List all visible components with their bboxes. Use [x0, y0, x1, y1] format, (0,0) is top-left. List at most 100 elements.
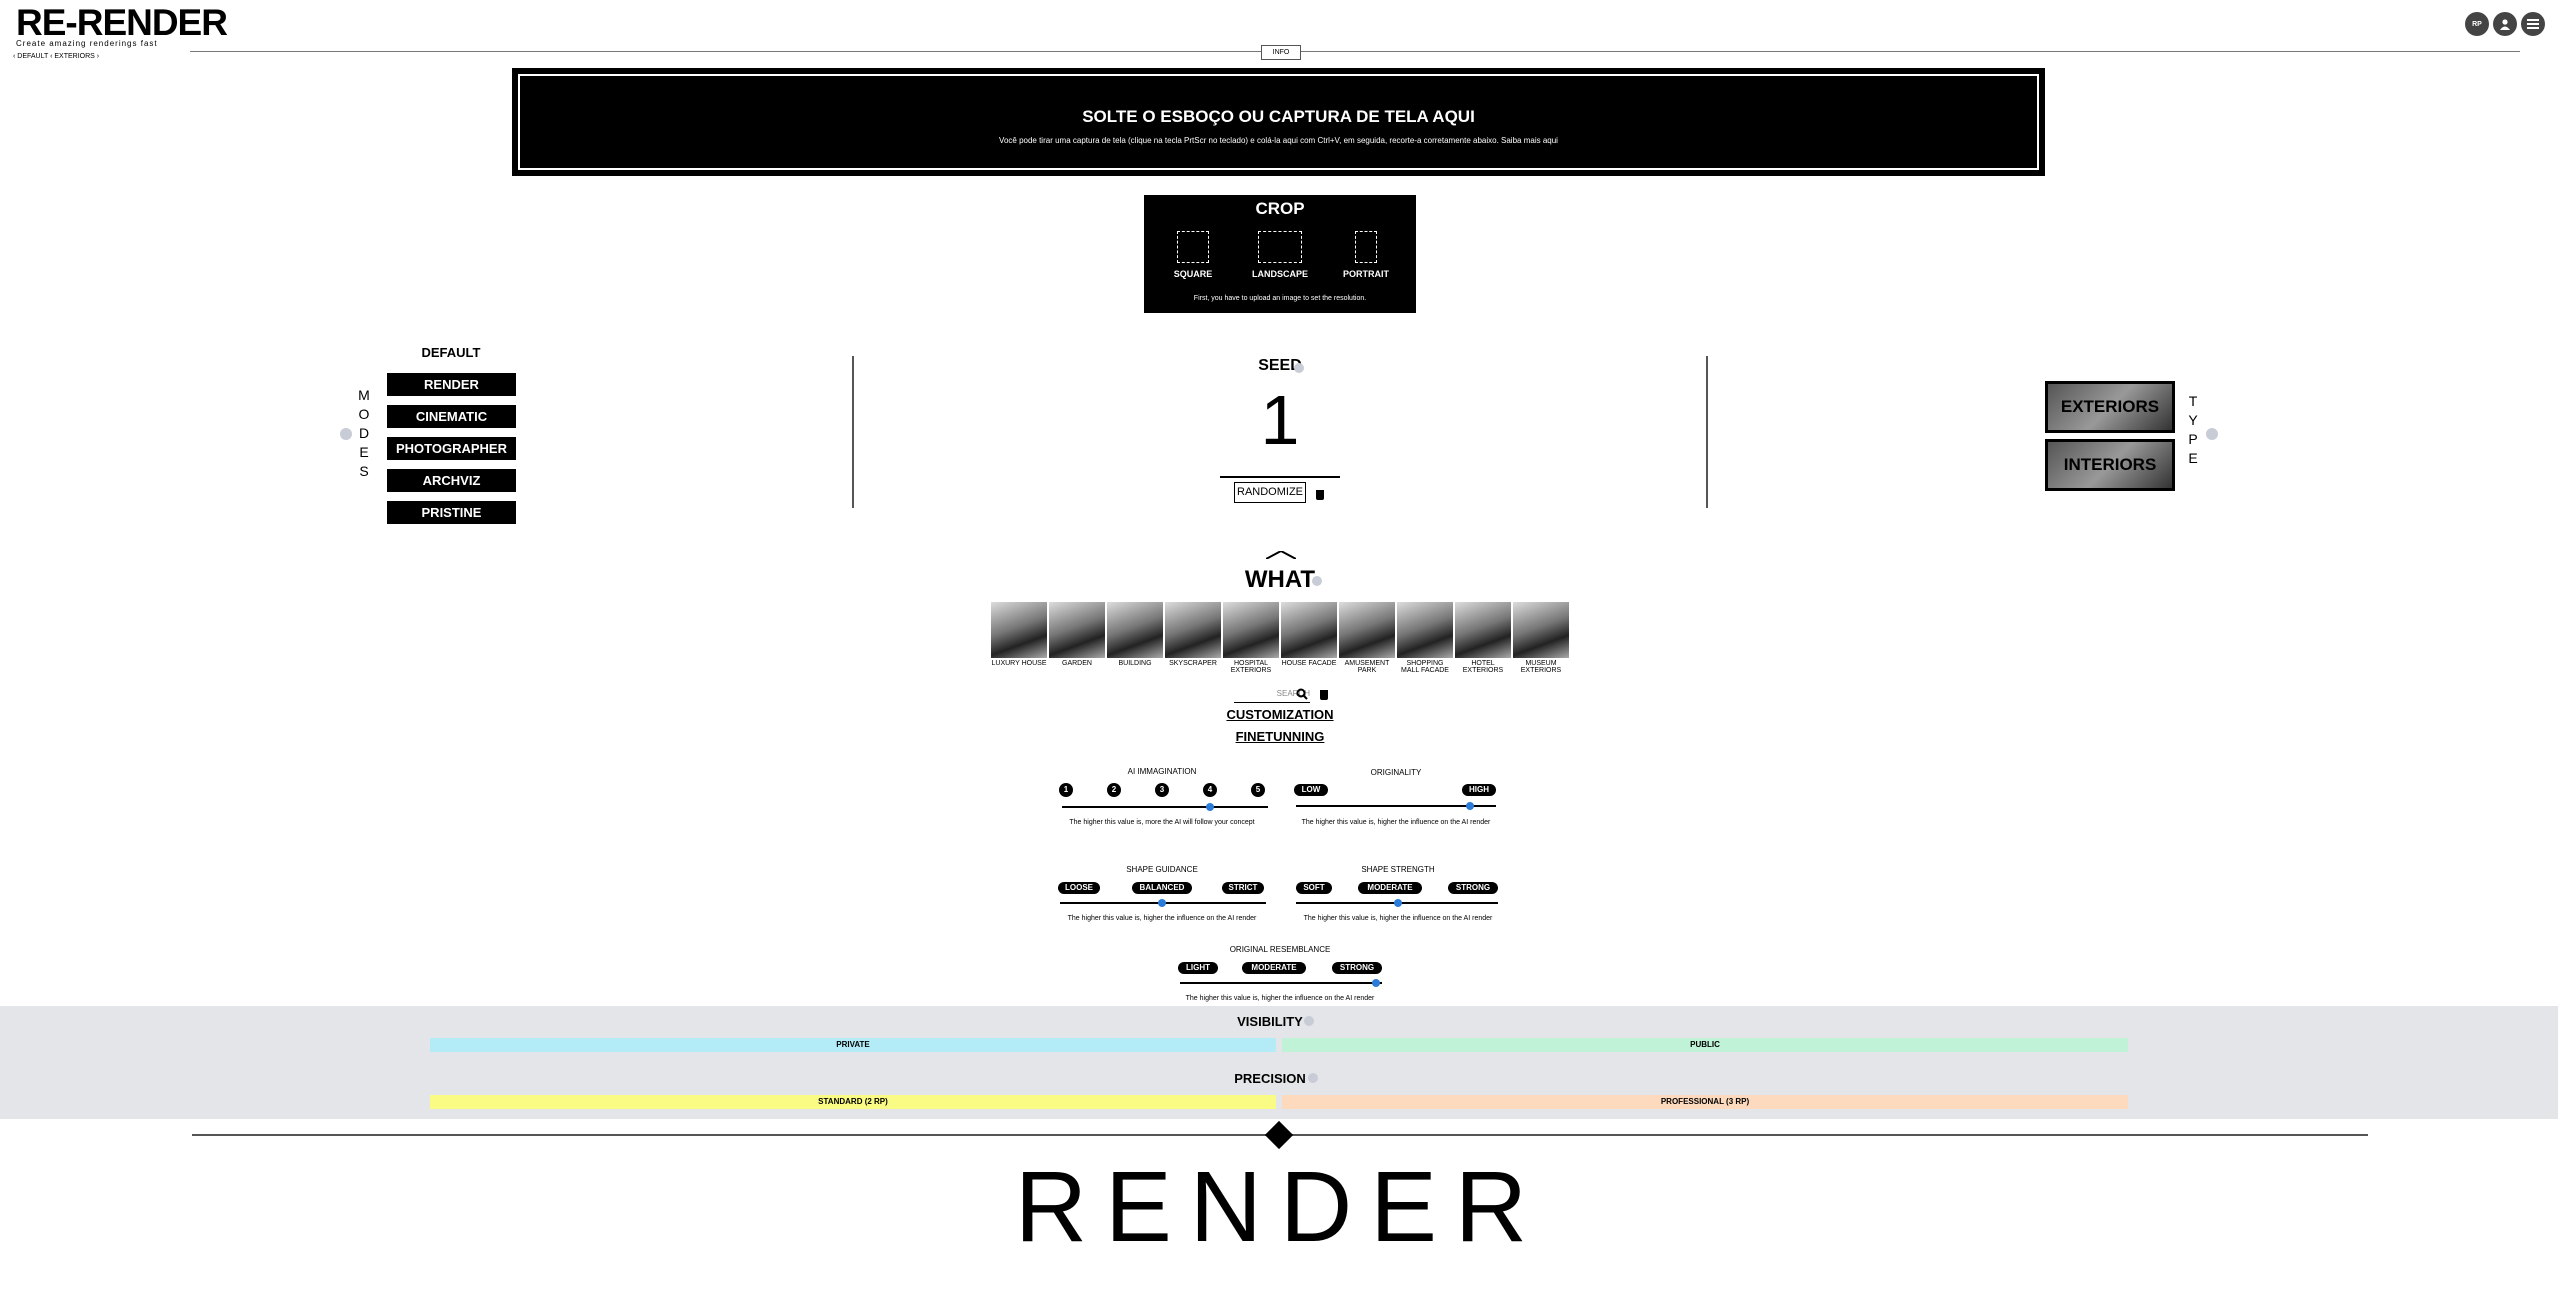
- what-item-shopping-mall-facade[interactable]: SHOPPING MALL FACADE: [1397, 602, 1453, 674]
- mode-pristine-button[interactable]: PRISTINE: [387, 501, 516, 524]
- precision-info-icon[interactable]: [1308, 1073, 1318, 1083]
- what-item-label: SKYSCRAPER: [1169, 660, 1217, 667]
- originality-low-option[interactable]: LOW: [1294, 784, 1328, 796]
- originality-high-option[interactable]: HIGH: [1462, 784, 1496, 796]
- ai-imagination-option-2[interactable]: 2: [1107, 783, 1121, 797]
- user-icon[interactable]: [2493, 12, 2517, 36]
- what-item-garden[interactable]: GARDEN: [1049, 602, 1105, 667]
- amusement-park-thumbnail: [1339, 602, 1395, 658]
- collapse-arrow-icon[interactable]: [1266, 551, 1296, 559]
- shape-strength-soft-option[interactable]: SOFT: [1296, 882, 1332, 894]
- crop-option-label: SQUARE: [1173, 269, 1213, 279]
- crop-option-label: LANDSCAPE: [1251, 269, 1308, 279]
- finetunning-link[interactable]: FINETUNNING: [1200, 729, 1360, 744]
- modes-info-icon[interactable]: [340, 428, 352, 440]
- menu-icon[interactable]: [2521, 12, 2545, 36]
- crop-note: First, you have to upload an image to se…: [1193, 295, 1367, 302]
- mode-photographer-button[interactable]: PHOTOGRAPHER: [387, 437, 516, 460]
- original-resemblance-note: The higher this value is, higher the inf…: [1185, 995, 1375, 1002]
- original-resemblance-moderate-option[interactable]: MODERATE: [1242, 962, 1306, 974]
- modes-letter: E: [359, 444, 369, 460]
- original-resemblance-slider-track[interactable]: [1180, 982, 1382, 984]
- shape-strength-note: The higher this value is, higher the inf…: [1303, 915, 1493, 922]
- randomize-button[interactable]: RANDOMIZE: [1234, 482, 1306, 503]
- shape-strength-strong-option[interactable]: STRONG: [1448, 882, 1498, 894]
- ai-imagination-note: The higher this value is, more the AI wi…: [1069, 819, 1255, 826]
- ai-imagination-slider-track[interactable]: [1062, 806, 1268, 808]
- what-item-label: MUSEUM EXTERIORS: [1520, 660, 1562, 674]
- modes-letter: M: [358, 387, 370, 403]
- crop-option-label: PORTRAIT: [1343, 269, 1389, 279]
- search-icon[interactable]: [1296, 688, 1308, 700]
- modes-letter: D: [358, 425, 370, 441]
- what-item-house-facade[interactable]: HOUSE FACADE: [1281, 602, 1337, 667]
- crop-portrait-option[interactable]: PORTRAIT: [1338, 225, 1394, 279]
- original-resemblance-strong-option[interactable]: STRONG: [1332, 962, 1382, 974]
- shape-guidance-note: The higher this value is, higher the inf…: [1067, 915, 1257, 922]
- precision-standard-option[interactable]: STANDARD (2 RP): [430, 1095, 1276, 1109]
- type-interiors-card[interactable]: INTERIORS: [2045, 439, 2175, 491]
- what-item-luxury-house[interactable]: LUXURY HOUSE: [991, 602, 1047, 667]
- breadcrumb[interactable]: ‹ DEFAULT ‹ EXTERIORS ›: [13, 53, 99, 60]
- original-resemblance-title: ORIGINAL RESEMBLANCE: [1229, 945, 1331, 954]
- shape-guidance-slider-handle[interactable]: [1158, 899, 1166, 907]
- seed-info-icon[interactable]: [1294, 363, 1304, 373]
- what-item-hospital-exteriors[interactable]: HOSPITAL EXTERIORS: [1223, 602, 1279, 674]
- trash-icon[interactable]: [1316, 490, 1324, 500]
- type-info-icon[interactable]: [2206, 428, 2218, 440]
- app-logo[interactable]: RE-RENDER: [16, 4, 228, 41]
- hospital-thumbnail: [1223, 602, 1279, 658]
- crop-landscape-option[interactable]: LANDSCAPE: [1250, 225, 1310, 279]
- what-item-amusement-park[interactable]: AMUSEMENT PARK: [1339, 602, 1395, 674]
- modes-selected-title: DEFAULT: [421, 345, 481, 360]
- customization-link[interactable]: CUSTOMIZATION: [1200, 707, 1360, 722]
- ai-imagination-option-1[interactable]: 1: [1059, 783, 1073, 797]
- original-resemblance-light-option[interactable]: LIGHT: [1178, 962, 1218, 974]
- app-tagline: Create amazing renderings fast: [16, 39, 158, 48]
- type-letter: Y: [2188, 412, 2198, 428]
- precision-professional-option[interactable]: PROFESSIONAL (3 RP): [1282, 1095, 2128, 1109]
- shape-guidance-balanced-option[interactable]: BALANCED: [1132, 882, 1192, 894]
- seed-value[interactable]: 1: [1200, 385, 1360, 455]
- original-resemblance-slider-handle[interactable]: [1372, 979, 1380, 987]
- what-item-label: LUXURY HOUSE: [991, 660, 1047, 667]
- crop-square-option[interactable]: SQUARE: [1170, 225, 1216, 279]
- square-frame-icon: [1177, 231, 1209, 263]
- portrait-frame-icon: [1355, 231, 1377, 263]
- rp-badge-icon[interactable]: RP: [2465, 12, 2489, 36]
- header-divider: [190, 51, 2520, 52]
- type-exteriors-card[interactable]: EXTERIORS: [2045, 381, 2175, 433]
- house-facade-thumbnail: [1281, 602, 1337, 658]
- render-button[interactable]: RENDER: [1000, 1150, 1560, 1265]
- image-dropzone[interactable]: SOLTE O ESBOÇO OU CAPTURA DE TELA AQUI V…: [512, 68, 2045, 176]
- what-item-skyscraper[interactable]: SKYSCRAPER: [1165, 602, 1221, 667]
- ai-imagination-slider-handle[interactable]: [1206, 803, 1214, 811]
- info-button[interactable]: INFO: [1261, 45, 1301, 60]
- visibility-info-icon[interactable]: [1304, 1016, 1314, 1026]
- what-item-hotel-exteriors[interactable]: HOTEL EXTERIORS: [1455, 602, 1511, 674]
- mode-archviz-button[interactable]: ARCHVIZ: [387, 469, 516, 492]
- what-info-icon[interactable]: [1312, 576, 1322, 586]
- what-item-museum-exteriors[interactable]: MUSEUM EXTERIORS: [1513, 602, 1569, 674]
- visibility-public-option[interactable]: PUBLIC: [1282, 1038, 2128, 1052]
- type-letter: T: [2188, 393, 2198, 409]
- seed-title: SEED: [1258, 357, 1302, 374]
- mode-render-button[interactable]: RENDER: [387, 373, 516, 396]
- ai-imagination-option-5[interactable]: 5: [1251, 783, 1265, 797]
- shape-guidance-loose-option[interactable]: LOOSE: [1058, 882, 1100, 894]
- ai-imagination-option-3[interactable]: 3: [1155, 783, 1169, 797]
- what-item-building[interactable]: BUILDING: [1107, 602, 1163, 667]
- visibility-private-option[interactable]: PRIVATE: [430, 1038, 1276, 1052]
- what-item-label: HOTEL EXTERIORS: [1462, 660, 1504, 674]
- dropzone-title: SOLTE O ESBOÇO OU CAPTURA DE TELA AQUI: [1082, 107, 1475, 126]
- shape-strength-moderate-option[interactable]: MODERATE: [1358, 882, 1422, 894]
- shape-strength-slider-handle[interactable]: [1394, 899, 1402, 907]
- clear-search-icon[interactable]: [1320, 690, 1328, 700]
- what-item-label: GARDEN: [1062, 660, 1092, 667]
- shape-guidance-strict-option[interactable]: STRICT: [1222, 882, 1264, 894]
- originality-slider-handle[interactable]: [1466, 802, 1474, 810]
- what-item-label: HOSPITAL EXTERIORS: [1230, 660, 1272, 674]
- ai-imagination-option-4[interactable]: 4: [1203, 783, 1217, 797]
- mode-cinematic-button[interactable]: CINEMATIC: [387, 405, 516, 428]
- building-thumbnail: [1107, 602, 1163, 658]
